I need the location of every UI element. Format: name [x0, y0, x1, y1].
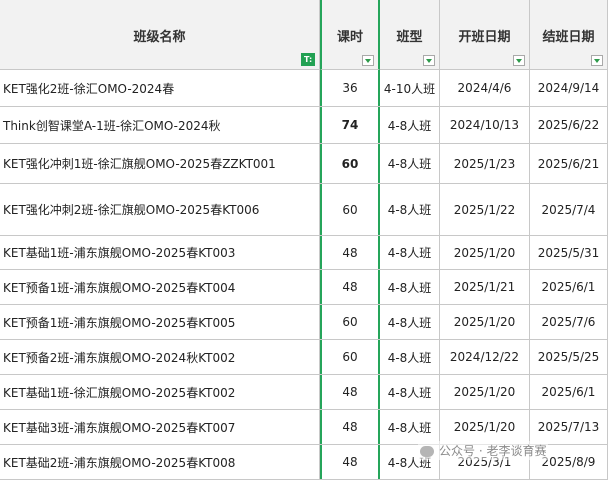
- class-type-cell[interactable]: 4-8人班: [380, 340, 440, 374]
- column-header-label: 课时: [336, 30, 363, 45]
- table-row[interactable]: Think创智课堂A-1班-徐汇OMO-2024秋 74 4-8人班 2024/10/…: [0, 107, 608, 144]
- end-date-cell[interactable]: 2025/6/1: [530, 270, 608, 304]
- end-date-cell[interactable]: 2025/7/13: [530, 410, 608, 444]
- column-header-label: 开班日期: [458, 30, 511, 45]
- class-name-cell[interactable]: KET强化2班-徐汇OMO-2024春: [0, 70, 320, 106]
- class-type-cell[interactable]: 4-8人班: [380, 236, 440, 269]
- class-name-cell[interactable]: KET基础1班-徐汇旗舰OMO-2025春KT002: [0, 375, 320, 409]
- hours-cell[interactable]: 60: [320, 144, 380, 183]
- column-header-end-date[interactable]: 结班日期: [530, 0, 608, 70]
- table-row[interactable]: KET基础3班-浦东旗舰OMO-2025春KT007 48 4-8人班 2025/1/…: [0, 410, 608, 445]
- start-date-cell[interactable]: 2025/1/20: [440, 410, 530, 444]
- table-row[interactable]: KET强化冲刺1班-徐汇旗舰OMO-2025春ZZKT001 60 4-8人班 202…: [0, 144, 608, 184]
- table-row[interactable]: KET强化冲刺2班-徐汇旗舰OMO-2025春KT006 60 4-8人班 2025/…: [0, 184, 608, 236]
- start-date-cell[interactable]: 2025/1/21: [440, 270, 530, 304]
- end-date-cell[interactable]: 2024/9/14: [530, 70, 608, 106]
- class-name-cell[interactable]: KET预备1班-浦东旗舰OMO-2025春KT004: [0, 270, 320, 304]
- class-name-cell[interactable]: KET强化冲刺1班-徐汇旗舰OMO-2025春ZZKT001: [0, 144, 320, 183]
- class-type-cell[interactable]: 4-8人班: [380, 375, 440, 409]
- class-type-cell[interactable]: 4-10人班: [380, 70, 440, 106]
- column-header-label: 班型: [396, 30, 423, 45]
- end-date-cell[interactable]: 2025/7/4: [530, 184, 608, 235]
- class-type-cell[interactable]: 4-8人班: [380, 270, 440, 304]
- hours-cell[interactable]: 48: [320, 375, 380, 409]
- hours-cell[interactable]: 60: [320, 184, 380, 235]
- class-name-cell[interactable]: KET基础3班-浦东旗舰OMO-2025春KT007: [0, 410, 320, 444]
- class-name-cell[interactable]: KET预备2班-浦东旗舰OMO-2024秋KT002: [0, 340, 320, 374]
- start-date-cell[interactable]: 2024/12/22: [440, 340, 530, 374]
- end-date-cell[interactable]: 2025/5/25: [530, 340, 608, 374]
- wechat-icon: [420, 446, 434, 457]
- end-date-cell[interactable]: 2025/6/22: [530, 107, 608, 143]
- filter-active-icon[interactable]: [301, 53, 315, 66]
- watermark-text: 公众号 · 老李谈育赛: [439, 444, 547, 458]
- filter-dropdown-icon[interactable]: [362, 55, 374, 66]
- hours-cell[interactable]: 60: [320, 305, 380, 339]
- class-name-cell[interactable]: KET基础2班-浦东旗舰OMO-2025春KT008: [0, 445, 320, 479]
- start-date-cell[interactable]: 2025/1/23: [440, 144, 530, 183]
- table-row[interactable]: KET基础1班-浦东旗舰OMO-2025春KT003 48 4-8人班 2025/1/…: [0, 236, 608, 270]
- column-header-class-name[interactable]: 班级名称: [0, 0, 320, 70]
- class-type-cell[interactable]: 4-8人班: [380, 107, 440, 143]
- start-date-cell[interactable]: 2025/1/20: [440, 236, 530, 269]
- hours-cell[interactable]: 60: [320, 340, 380, 374]
- column-header-start-date[interactable]: 开班日期: [440, 0, 530, 70]
- class-name-cell[interactable]: KET强化冲刺2班-徐汇旗舰OMO-2025春KT006: [0, 184, 320, 235]
- class-name-cell[interactable]: KET预备1班-浦东旗舰OMO-2025春KT005: [0, 305, 320, 339]
- hours-cell[interactable]: 48: [320, 445, 380, 479]
- column-header-label: 班级名称: [133, 30, 186, 45]
- hours-cell[interactable]: 36: [320, 70, 380, 106]
- end-date-cell[interactable]: 2025/6/21: [530, 144, 608, 183]
- start-date-cell[interactable]: 2024/4/6: [440, 70, 530, 106]
- filter-dropdown-icon[interactable]: [423, 55, 435, 66]
- class-name-cell[interactable]: Think创智课堂A-1班-徐汇OMO-2024秋: [0, 107, 320, 143]
- class-type-cell[interactable]: 4-8人班: [380, 305, 440, 339]
- table-row[interactable]: KET基础1班-徐汇旗舰OMO-2025春KT002 48 4-8人班 2025/1/…: [0, 375, 608, 410]
- class-type-cell[interactable]: 4-8人班: [380, 184, 440, 235]
- hours-cell[interactable]: 48: [320, 270, 380, 304]
- filter-dropdown-icon[interactable]: [591, 55, 603, 66]
- column-header-class-type[interactable]: 班型: [380, 0, 440, 70]
- start-date-cell[interactable]: 2025/1/22: [440, 184, 530, 235]
- table-row[interactable]: KET预备1班-浦东旗舰OMO-2025春KT005 60 4-8人班 2025/1/…: [0, 305, 608, 340]
- end-date-cell[interactable]: 2025/7/6: [530, 305, 608, 339]
- watermark: 公众号 · 老李谈育赛: [418, 441, 549, 460]
- column-header-label: 结班日期: [542, 30, 595, 45]
- start-date-cell[interactable]: 2024/10/13: [440, 107, 530, 143]
- end-date-cell[interactable]: 2025/5/31: [530, 236, 608, 269]
- start-date-cell[interactable]: 2025/1/20: [440, 305, 530, 339]
- column-header-hours[interactable]: 课时: [320, 0, 380, 70]
- filter-dropdown-icon[interactable]: [513, 55, 525, 66]
- hours-cell[interactable]: 48: [320, 410, 380, 444]
- class-type-cell[interactable]: 4-8人班: [380, 410, 440, 444]
- class-name-cell[interactable]: KET基础1班-浦东旗舰OMO-2025春KT003: [0, 236, 320, 269]
- table-row[interactable]: KET预备1班-浦东旗舰OMO-2025春KT004 48 4-8人班 2025/1/…: [0, 270, 608, 305]
- table-row[interactable]: KET预备2班-浦东旗舰OMO-2024秋KT002 60 4-8人班 2024/12…: [0, 340, 608, 375]
- hours-cell[interactable]: 74: [320, 107, 380, 143]
- end-date-cell[interactable]: 2025/6/1: [530, 375, 608, 409]
- table-row[interactable]: KET强化2班-徐汇OMO-2024春 36 4-10人班 2024/4/6 2024/…: [0, 70, 608, 107]
- class-type-cell[interactable]: 4-8人班: [380, 144, 440, 183]
- start-date-cell[interactable]: 2025/1/20: [440, 375, 530, 409]
- hours-cell[interactable]: 48: [320, 236, 380, 269]
